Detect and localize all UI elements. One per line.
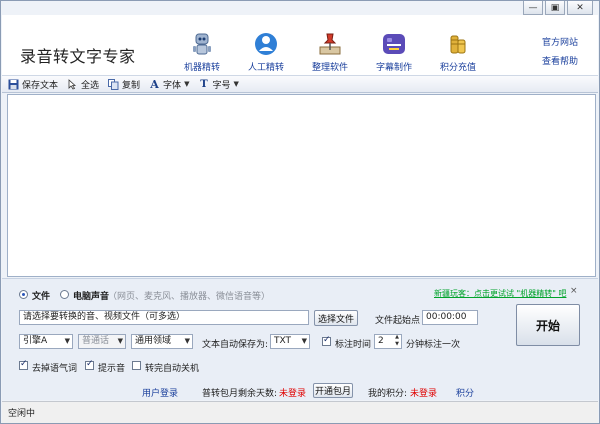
chevron-down-icon: ▼ bbox=[233, 80, 239, 88]
source-file-radio[interactable] bbox=[19, 290, 28, 299]
chevron-down-icon: ▼ bbox=[184, 337, 190, 345]
status-bar: 空闲中 bbox=[2, 401, 598, 423]
source-computer-sound-hint: （网页、麦克风、播放器、微信语音等） bbox=[108, 292, 271, 302]
nav-label: 整理软件 bbox=[311, 63, 348, 73]
coins-icon bbox=[445, 31, 471, 57]
auto-shutdown-checkbox[interactable] bbox=[132, 361, 141, 370]
domain-select[interactable]: 通用领域 ▼ bbox=[131, 334, 193, 349]
cursor-icon bbox=[67, 78, 78, 90]
start-point-label: 文件起始点 bbox=[375, 316, 421, 326]
mark-time-label: 标注时间 bbox=[335, 340, 372, 350]
mark-interval-spinner[interactable]: 2 ▲ ▼ bbox=[374, 334, 402, 349]
prompt-sound-checkbox[interactable] bbox=[85, 359, 94, 370]
engine-select-value: 引擎A bbox=[23, 336, 48, 346]
mark-interval-unit: 分钟标注一次 bbox=[406, 340, 461, 350]
my-points-value: 未登录 bbox=[410, 389, 438, 399]
monthly-days-label: 普转包月剩余天数: bbox=[202, 389, 278, 399]
nav-human-transcribe[interactable]: 人工精转 bbox=[236, 15, 296, 73]
nav-label: 字幕制作 bbox=[375, 63, 412, 73]
transcript-editor[interactable] bbox=[7, 94, 596, 277]
font-button[interactable]: A 字体 ▼ bbox=[149, 78, 189, 91]
domain-select-value: 通用领域 bbox=[135, 336, 172, 346]
toolbar: 保存文本 全选 复制 A 字体 ▼ T 字号 ▼ bbox=[2, 75, 598, 93]
remove-fillers-label: 去掉语气词 bbox=[32, 364, 78, 374]
select-file-button[interactable]: 选择文件 bbox=[314, 310, 358, 326]
save-text-label: 保存文本 bbox=[22, 80, 59, 91]
robot-icon bbox=[189, 31, 215, 57]
nav-machine-transcribe[interactable]: 机器精转 bbox=[172, 15, 232, 73]
floppy-icon bbox=[8, 79, 19, 90]
copy-icon bbox=[108, 78, 119, 90]
chevron-down-icon: ▼ bbox=[64, 337, 70, 345]
user-login-link[interactable]: 用户登录 bbox=[142, 386, 178, 399]
font-size-button[interactable]: T 字号 ▼ bbox=[198, 78, 239, 91]
open-monthly-button[interactable]: 开通包月 bbox=[313, 383, 353, 398]
font-size-icon: T bbox=[200, 78, 208, 90]
help-link[interactable]: 查看帮助 bbox=[542, 54, 578, 67]
nav-label: 人工精转 bbox=[247, 63, 284, 73]
status-text: 空闲中 bbox=[8, 409, 36, 419]
file-path-input[interactable]: 请选择要转换的音、视频文件（可多选） bbox=[19, 310, 309, 325]
person-icon bbox=[253, 31, 279, 57]
nav-label: 积分充值 bbox=[439, 63, 476, 73]
nav-organize-software[interactable]: 整理软件 bbox=[300, 15, 360, 73]
chevron-down-icon: ▼ bbox=[301, 337, 307, 345]
dialect-select-value: 普通话 bbox=[82, 336, 110, 346]
nav-points-recharge[interactable]: 积分充值 bbox=[428, 15, 488, 73]
start-point-input[interactable]: 00:00:00 bbox=[422, 310, 478, 325]
copy-button[interactable]: 复制 bbox=[108, 78, 140, 91]
autosave-label: 文本自动保存为: bbox=[202, 340, 269, 350]
engine-select[interactable]: 引擎A ▼ bbox=[19, 334, 73, 349]
prompt-sound-label: 提示音 bbox=[98, 364, 126, 374]
nav-subtitle-making[interactable]: 字幕制作 bbox=[364, 15, 424, 73]
font-label: 字体 bbox=[163, 80, 182, 91]
remove-fillers-checkbox[interactable] bbox=[19, 359, 28, 370]
close-button[interactable]: ✕ bbox=[567, 1, 593, 15]
copy-label: 复制 bbox=[122, 80, 141, 91]
font-icon: A bbox=[150, 77, 159, 91]
source-computer-sound-label: 电脑声音 bbox=[73, 292, 110, 302]
nav-label: 机器精转 bbox=[183, 63, 220, 73]
window-controls: — ▣ ✕ bbox=[523, 1, 593, 15]
app-window: — ▣ ✕ 录音转文字专家 机器精转 人工精转 整理软件 字幕制作 积分充值 官… bbox=[0, 0, 600, 424]
save-text-button[interactable]: 保存文本 bbox=[8, 78, 58, 91]
font-size-label: 字号 bbox=[212, 80, 231, 91]
select-all-label: 全选 bbox=[81, 80, 100, 91]
autosave-format-select[interactable]: TXT ▼ bbox=[270, 334, 310, 349]
pushpin-icon bbox=[317, 31, 343, 57]
autosave-format-value: TXT bbox=[274, 336, 292, 346]
app-title: 录音转文字专家 bbox=[20, 47, 136, 66]
select-all-button[interactable]: 全选 bbox=[67, 78, 99, 91]
start-button[interactable]: 开始 bbox=[516, 304, 580, 346]
mark-interval-value: 2 bbox=[378, 336, 384, 346]
promo-link[interactable]: 新疆玩客：点击更试试 "机器精转" 吧 bbox=[434, 288, 566, 299]
control-panel: 文件 电脑声音 （网页、麦克风、播放器、微信语音等） 新疆玩客：点击更试试 "机… bbox=[2, 278, 598, 400]
dialect-select: 普通话 ▼ bbox=[78, 334, 126, 349]
official-site-link[interactable]: 官方网站 bbox=[542, 35, 578, 48]
mark-time-checkbox[interactable] bbox=[322, 335, 331, 346]
auto-shutdown-label: 转完自动关机 bbox=[145, 364, 200, 374]
minimize-button[interactable]: — bbox=[523, 1, 543, 15]
my-points-label: 我的积分: bbox=[368, 389, 408, 399]
close-promo-icon[interactable]: × bbox=[570, 286, 578, 296]
subtitle-icon bbox=[381, 31, 407, 57]
chevron-down-icon: ▼ bbox=[117, 337, 123, 345]
monthly-days-value: 未登录 bbox=[279, 389, 307, 399]
source-file-label: 文件 bbox=[32, 292, 51, 302]
points-recharge-link[interactable]: 积分 bbox=[456, 386, 474, 399]
spinner-arrows-icon[interactable]: ▲ ▼ bbox=[395, 335, 399, 348]
chevron-down-icon: ▼ bbox=[184, 80, 190, 88]
source-computer-sound-radio[interactable] bbox=[60, 290, 69, 299]
restore-button[interactable]: ▣ bbox=[545, 1, 565, 15]
header: 录音转文字专家 机器精转 人工精转 整理软件 字幕制作 积分充值 官方网站 查看… bbox=[2, 15, 598, 75]
